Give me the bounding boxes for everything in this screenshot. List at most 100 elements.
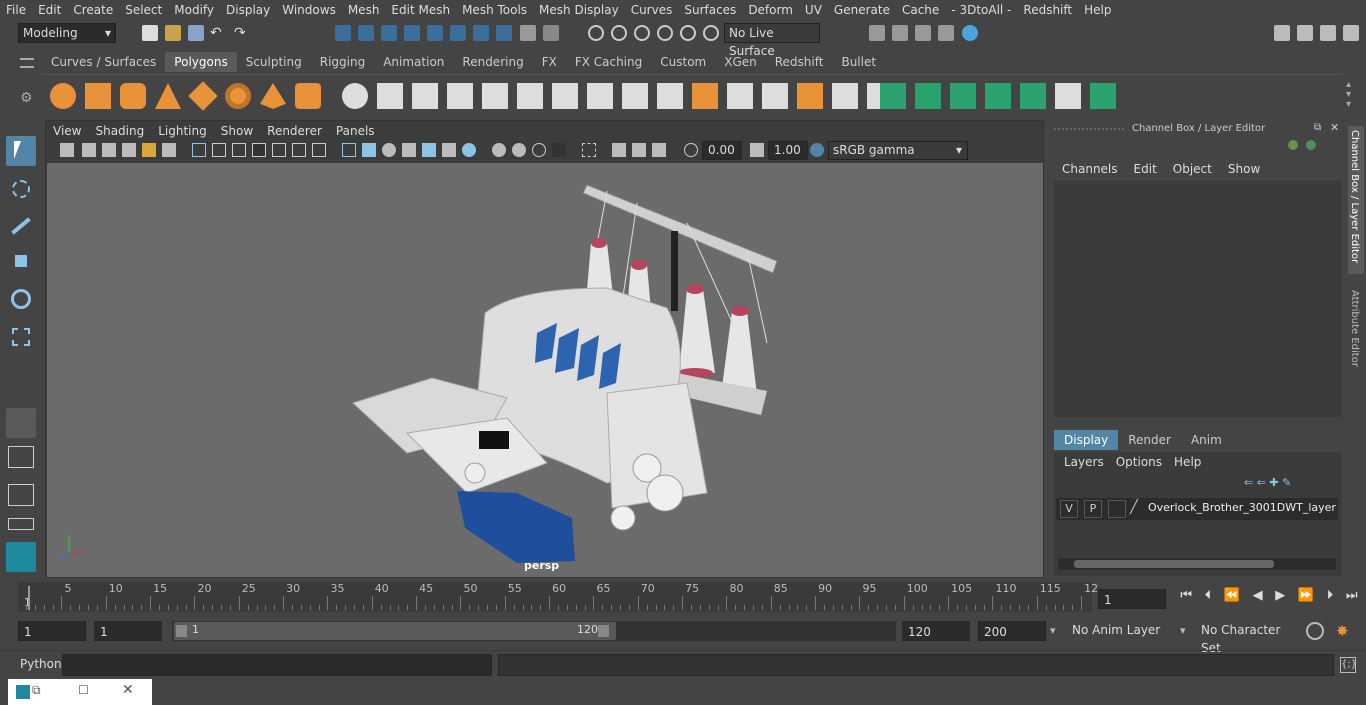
shelf-tab-polygons[interactable]: Polygons [165, 52, 237, 72]
rotate-tool-icon[interactable] [6, 284, 36, 314]
step-back-key-icon[interactable]: ⏪ [1224, 588, 1240, 608]
maximize-icon[interactable]: ☐ [78, 683, 89, 697]
antialias-icon[interactable] [512, 143, 526, 157]
shadows-icon[interactable] [442, 143, 456, 157]
menu-create[interactable]: Create [67, 0, 119, 20]
target-weld-icon[interactable] [622, 83, 648, 109]
viewport-menu-renderer[interactable]: Renderer [260, 124, 329, 138]
step-forward-key-icon[interactable]: ⏩ [1298, 588, 1314, 608]
shelf-tab-fx[interactable]: FX [533, 52, 566, 72]
wireframe-icon[interactable] [342, 143, 356, 157]
smooth-shade-icon[interactable] [362, 143, 376, 157]
move-tool-icon[interactable] [6, 246, 36, 276]
shelf-tab-custom[interactable]: Custom [651, 52, 715, 72]
sculpt-icon[interactable] [880, 83, 906, 109]
auto-key-icon[interactable] [1306, 622, 1324, 640]
snap-grid-icon[interactable] [588, 25, 604, 41]
workspace-icon[interactable] [1274, 25, 1290, 41]
paint-select-tool-icon[interactable] [6, 210, 36, 240]
shelf-menu-icon[interactable] [20, 58, 34, 68]
viewport-menu-panels[interactable]: Panels [329, 124, 382, 138]
menu-deform[interactable]: Deform [742, 0, 799, 20]
automatic-uv-icon[interactable] [727, 83, 753, 109]
range-start-field[interactable]: 1 [18, 621, 86, 641]
panel-grip[interactable] [1054, 128, 1124, 130]
3d-viewport[interactable]: persp [47, 163, 1043, 577]
menu-generate[interactable]: Generate [828, 0, 896, 20]
range-end-handle[interactable] [598, 625, 609, 637]
separate-icon[interactable] [377, 83, 403, 109]
playback-start-field[interactable]: 1 [94, 621, 162, 641]
snap-magnet-icon[interactable] [703, 25, 719, 41]
float-icon[interactable]: ⧉ [1314, 122, 1321, 133]
wireframe-on-shaded-icon[interactable] [382, 143, 396, 157]
close-window-icon[interactable]: ✕ [122, 682, 134, 698]
exposure-field[interactable]: 0.00 [702, 141, 742, 160]
lights-icon[interactable] [422, 143, 436, 157]
layer-row[interactable]: V P ╱ Overlock_Brother_3001DWT_layer [1056, 498, 1338, 520]
layer-tab-anim[interactable]: Anim [1181, 430, 1232, 450]
snap-view-icon[interactable] [657, 25, 673, 41]
cut-uv-icon[interactable] [797, 83, 823, 109]
menu-modify[interactable]: Modify [168, 0, 220, 20]
toggle-panel-icon-2[interactable] [1343, 25, 1359, 41]
sew-uv-icon[interactable] [832, 83, 858, 109]
menu-mesh[interactable]: Mesh [342, 0, 386, 20]
safe-title-icon[interactable] [312, 143, 326, 157]
smooth-icon[interactable] [447, 83, 473, 109]
gamma-field[interactable]: 1.00 [768, 141, 808, 160]
shelf-tab-fx-caching[interactable]: FX Caching [566, 52, 651, 72]
poly-plane-icon[interactable] [188, 81, 218, 111]
multicut-icon[interactable] [587, 83, 613, 109]
image-plane-icon[interactable] [122, 143, 136, 157]
help-icon[interactable] [496, 25, 512, 41]
menu-select[interactable]: Select [119, 0, 168, 20]
depth-of-field-icon[interactable] [532, 143, 546, 157]
layer-playback-toggle[interactable]: P [1084, 500, 1102, 518]
isolate-icon[interactable] [552, 143, 566, 157]
xray-icon[interactable] [582, 143, 596, 157]
poly-cube-icon[interactable] [85, 83, 111, 109]
shelf-tab-rigging[interactable]: Rigging [311, 52, 374, 72]
play-backward-icon[interactable]: ◀ [1253, 588, 1263, 608]
command-input[interactable] [62, 654, 492, 676]
layer-menu-options[interactable]: Options [1110, 455, 1168, 469]
layer-menu-layers[interactable]: Layers [1058, 455, 1110, 469]
snap-surface-icon[interactable] [680, 25, 696, 41]
menu-redshift[interactable]: Redshift [1017, 0, 1078, 20]
edge-loop-icon[interactable] [657, 83, 683, 109]
smooth-sculpt-icon[interactable] [915, 83, 941, 109]
range-slider-bar[interactable] [174, 622, 616, 640]
menu-uv[interactable]: UV [799, 0, 828, 20]
grab-icon[interactable] [985, 83, 1011, 109]
command-language-label[interactable]: Python [20, 657, 62, 671]
range-slider[interactable]: 1 120 [172, 621, 896, 641]
script-editor-icon[interactable]: {;} [1340, 657, 1357, 673]
mask-icon-4[interactable] [473, 25, 489, 41]
step-back-icon[interactable]: ⏴ [1205, 588, 1212, 608]
menu-mesh-tools[interactable]: Mesh Tools [456, 0, 533, 20]
shelf-tab-xgen[interactable]: XGen [715, 52, 766, 72]
status-dot-icon[interactable] [1306, 140, 1316, 150]
character-set-dropdown[interactable]: No Character Set [1197, 621, 1301, 655]
channel-list[interactable] [1054, 181, 1342, 417]
bookmark-icon[interactable] [102, 143, 116, 157]
backface-icon[interactable] [652, 143, 666, 157]
planar-uv-icon[interactable] [692, 83, 718, 109]
snap-point-icon[interactable] [634, 25, 650, 41]
outliner-layout-icon[interactable] [6, 482, 36, 508]
current-time-indicator[interactable] [28, 586, 30, 610]
menu-edit-mesh[interactable]: Edit Mesh [385, 0, 456, 20]
bridge-icon[interactable] [517, 83, 543, 109]
snap-curve-icon[interactable] [611, 25, 627, 41]
new-scene-icon[interactable] [142, 25, 158, 41]
camera-attr-icon[interactable] [82, 143, 96, 157]
anim-end-field[interactable]: 200 [978, 621, 1046, 641]
channel-box-side-tab[interactable]: Channel Box / Layer Editor [1348, 126, 1364, 274]
quad-layout-icon[interactable] [6, 408, 36, 438]
go-to-end-icon[interactable]: ⏭ [1346, 588, 1358, 608]
timeline-layout-icon[interactable] [6, 516, 36, 532]
checker-icon[interactable] [1055, 83, 1081, 109]
ambient-occlusion-icon[interactable] [462, 143, 476, 157]
menu-file[interactable]: File [0, 0, 32, 20]
